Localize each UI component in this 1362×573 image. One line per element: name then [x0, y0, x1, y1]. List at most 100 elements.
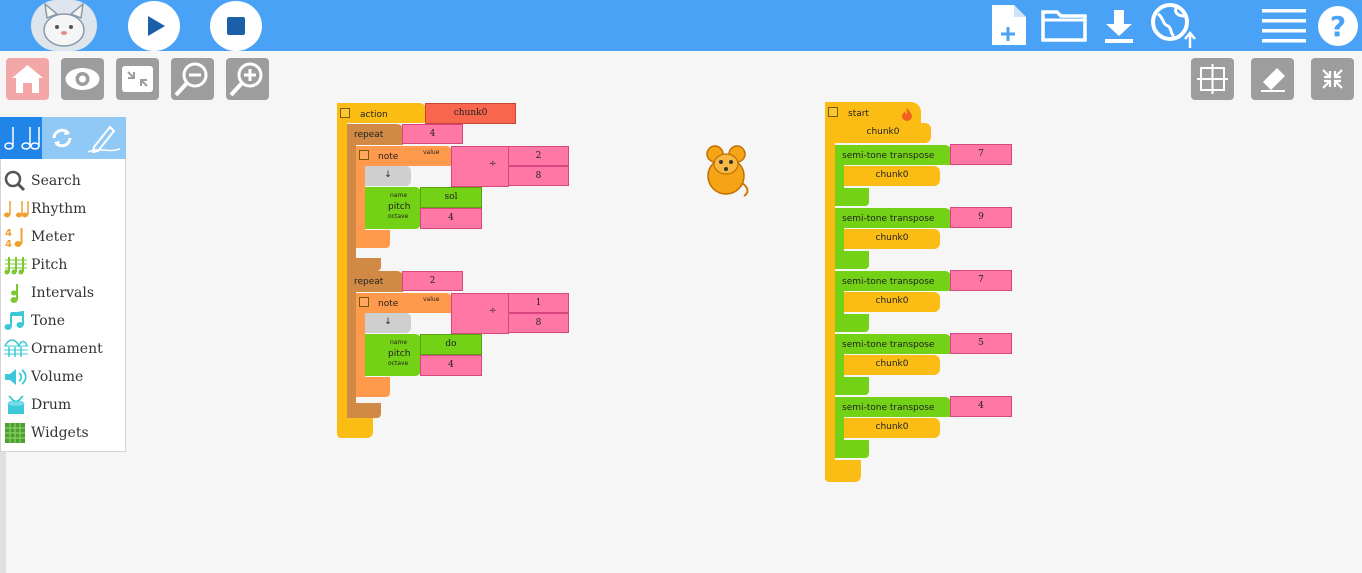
save-button[interactable]	[1102, 8, 1136, 44]
clear-button[interactable]	[1251, 58, 1294, 100]
palette-item-drum[interactable]: Drum	[3, 393, 71, 417]
pitch-name-field[interactable]: sol	[420, 187, 482, 208]
transpose-label: semi-tone transpose	[842, 277, 935, 287]
stop-button[interactable]	[210, 1, 262, 51]
help-button[interactable]: ?	[1316, 4, 1360, 48]
start-label: start	[848, 109, 869, 119]
meter-icon: 44	[3, 226, 29, 250]
palette-item-intervals[interactable]: Intervals	[3, 281, 94, 305]
transpose-block-foot	[835, 188, 869, 206]
zoom-out-button[interactable]	[171, 58, 214, 100]
hide-blocks-button[interactable]	[61, 58, 104, 100]
tab-artwork[interactable]	[87, 123, 121, 154]
note-block-foot	[356, 230, 390, 248]
search-icon	[3, 170, 29, 192]
octave-field[interactable]: 4	[420, 208, 482, 229]
collapse-window-button[interactable]	[1311, 58, 1354, 100]
music-notes-icon	[4, 127, 40, 150]
home-icon	[12, 65, 43, 93]
home-button[interactable]	[6, 58, 49, 100]
transpose-block-foot	[835, 314, 869, 332]
widgets-icon	[3, 422, 29, 444]
repeat-count-field[interactable]: 4	[402, 124, 463, 144]
numerator-field[interactable]: 2	[508, 146, 569, 166]
repeat-count-field[interactable]: 2	[402, 271, 463, 291]
new-project-button[interactable]	[990, 3, 1028, 47]
palette-item-widgets[interactable]: Widgets	[3, 421, 89, 445]
open-folder-button[interactable]	[1041, 8, 1087, 42]
fire-icon	[900, 106, 914, 121]
transpose-label: semi-tone transpose	[842, 214, 935, 224]
zoom-out-icon	[174, 62, 208, 97]
action-block-foot	[337, 418, 373, 438]
zoom-in-button[interactable]	[226, 58, 269, 100]
hidden-block[interactable]: ↓	[365, 313, 411, 333]
tone-icon	[3, 310, 29, 332]
chunk-block[interactable]: chunk0	[844, 166, 940, 186]
denominator-field[interactable]: 8	[508, 166, 569, 186]
play-button[interactable]	[128, 1, 180, 51]
repeat-block-arm	[347, 271, 356, 417]
palette-item-volume[interactable]: Volume	[3, 365, 83, 389]
menu-button[interactable]	[1260, 6, 1306, 44]
palette-item-search[interactable]: Search	[3, 169, 81, 193]
pitch-label: pitch	[388, 202, 411, 212]
ornament-icon	[3, 338, 29, 360]
transpose-label: semi-tone transpose	[842, 151, 935, 161]
transpose-value-field[interactable]: 7	[950, 144, 1012, 165]
palette-item-pitch[interactable]: Pitch	[3, 253, 67, 277]
intervals-icon	[3, 282, 29, 304]
mouse-logo-icon[interactable]	[31, 0, 97, 51]
transpose-value-field[interactable]: 9	[950, 207, 1012, 228]
palette-item-rhythm[interactable]: Rhythm	[3, 197, 86, 221]
tab-flow[interactable]	[50, 127, 74, 149]
palette-item-ornament[interactable]: Ornament	[3, 337, 103, 361]
palette-item-meter[interactable]: 44 Meter	[3, 225, 74, 250]
new-file-icon	[992, 5, 1026, 45]
palette-item-tone[interactable]: Tone	[3, 309, 65, 333]
pitch-name-field[interactable]: do	[420, 334, 482, 355]
note-label: note	[378, 152, 399, 162]
note-block-foot	[356, 377, 390, 397]
repeat-label: repeat	[354, 130, 384, 140]
transpose-block-foot	[835, 440, 869, 458]
folder-icon	[1041, 10, 1087, 42]
divide-block[interactable]	[451, 293, 509, 334]
grid-button[interactable]	[1191, 58, 1234, 100]
collapse-blocks-button[interactable]	[116, 58, 159, 100]
chunk-block[interactable]: chunk0	[844, 418, 940, 438]
svg-text:?: ?	[1330, 10, 1346, 43]
note-label: note	[378, 299, 399, 309]
transpose-value-field[interactable]: 4	[950, 396, 1012, 417]
chunk-block[interactable]: chunk0	[844, 355, 940, 375]
mouse-turtle-icon[interactable]	[700, 142, 752, 198]
transpose-value-field[interactable]: 5	[950, 333, 1012, 354]
action-name-field[interactable]: chunk0	[425, 103, 516, 124]
chunk-block[interactable]: chunk0	[844, 292, 940, 312]
octave-label: octave	[388, 360, 409, 367]
repeat-block-foot	[347, 258, 381, 271]
hidden-block[interactable]: ↓	[365, 166, 411, 186]
octave-field[interactable]: 4	[420, 355, 482, 376]
octave-label: octave	[388, 213, 409, 220]
transpose-value-field[interactable]: 7	[950, 270, 1012, 291]
top-toolbar: ?	[0, 0, 1362, 51]
note-collapse-icon[interactable]	[359, 150, 369, 160]
hamburger-menu-icon	[1262, 9, 1306, 43]
tab-music[interactable]	[0, 117, 42, 159]
repeat-label: repeat	[354, 277, 384, 287]
collapse-toggle-icon[interactable]	[340, 108, 350, 118]
divide-sign: ÷	[489, 306, 497, 316]
denominator-field[interactable]: 8	[508, 313, 569, 333]
note-collapse-icon[interactable]	[359, 297, 369, 307]
zoom-in-icon	[229, 62, 263, 97]
pitch-icon	[3, 254, 29, 276]
planet-button[interactable]	[1148, 2, 1200, 50]
stop-icon	[227, 17, 245, 35]
chunk-block[interactable]: chunk0	[844, 229, 940, 249]
numerator-field[interactable]: 1	[508, 293, 569, 313]
divide-block[interactable]	[451, 146, 509, 187]
play-icon	[148, 16, 165, 36]
start-collapse-icon[interactable]	[828, 107, 838, 117]
chunk-block[interactable]: chunk0	[835, 123, 931, 143]
